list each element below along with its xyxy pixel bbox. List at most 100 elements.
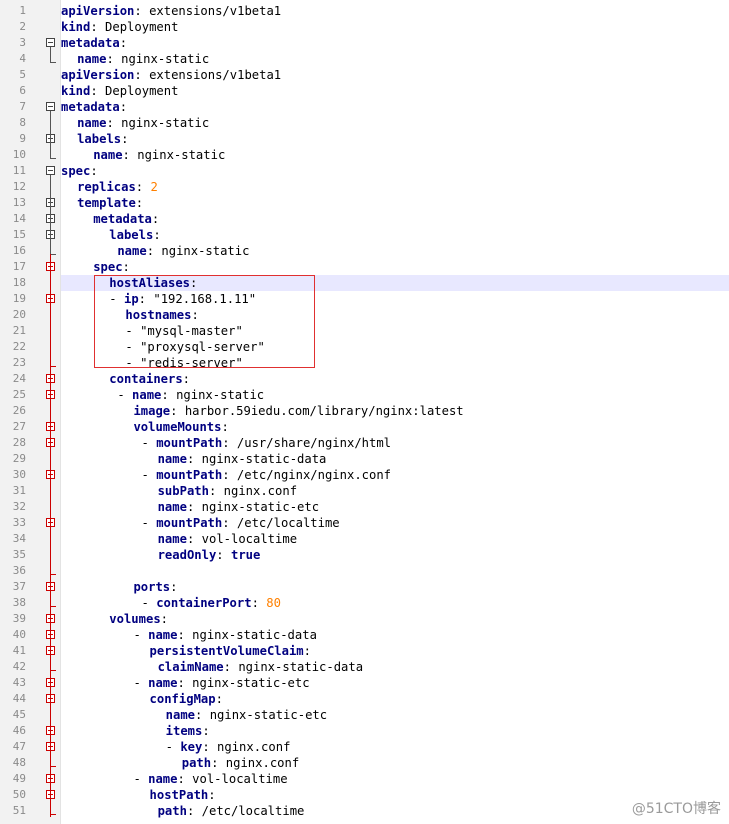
token-sep: : [122, 148, 138, 162]
hostaliases-highlight-box [94, 275, 315, 368]
token-key: path [181, 756, 212, 770]
line-number: 6 [19, 84, 26, 97]
line-background [61, 227, 729, 243]
code-line[interactable]: 37 ports: [0, 579, 729, 595]
code-line[interactable]: 33 - mountPath: /etc/localtime [0, 515, 729, 531]
line-number: 9 [19, 132, 26, 145]
token-key: mountPath [156, 436, 223, 450]
fold-tree-line [50, 254, 51, 817]
code-line[interactable]: 27 volumeMounts: [0, 419, 729, 435]
code-line[interactable]: 25 - name: nginx-static [0, 387, 729, 403]
line-number: 37 [12, 580, 26, 593]
code-line[interactable]: 49 - name: vol-localtime [0, 771, 729, 787]
line-number: 49 [12, 772, 26, 785]
code-line[interactable]: 4 name: nginx-static [0, 51, 729, 67]
line-number: 27 [12, 420, 26, 433]
code-line[interactable]: 46 items: [0, 723, 729, 739]
code-line[interactable]: 17 spec: [0, 259, 729, 275]
token-sep: : [170, 404, 185, 418]
token-key: metadata [93, 212, 152, 226]
token-key: volumeMounts [133, 420, 222, 434]
fold-tree-tick [50, 766, 56, 767]
code-line[interactable]: 1 apiVersion: extensions/v1beta1 [0, 3, 729, 19]
code-line[interactable]: 14 metadata: [0, 211, 729, 227]
code-line[interactable]: 24 containers: [0, 371, 729, 387]
token-sep: : [251, 596, 267, 610]
code-line[interactable]: 43 - name: nginx-static-etc [0, 675, 729, 691]
code-line[interactable]: 7 metadata: [0, 99, 729, 115]
token-key: claimName [157, 660, 224, 674]
code-line[interactable]: 48 path: nginx.conf [0, 755, 729, 771]
code-line[interactable]: 16 name: nginx-static [0, 243, 729, 259]
line-background [61, 99, 729, 115]
code-text: apiVersion: extensions/v1beta1 [61, 67, 281, 83]
token-sep: : [135, 180, 151, 194]
line-number: 35 [12, 548, 26, 561]
code-text: name: nginx-static-etc [158, 499, 319, 515]
code-line[interactable]: 47 - key: nginx.conf [0, 739, 729, 755]
code-line[interactable]: 34 name: vol-localtime [0, 531, 729, 547]
token-val: nginx-static-etc [192, 676, 310, 690]
code-text: - name: nginx-static-etc [133, 675, 309, 691]
line-background [61, 259, 729, 275]
code-line[interactable]: 51 path: /etc/localtime [0, 803, 729, 819]
token-key: apiVersion [61, 68, 135, 82]
token-key: labels [77, 132, 122, 146]
code-line[interactable]: 42 claimName: nginx-static-data [0, 659, 729, 675]
code-line[interactable]: 45 name: nginx-static-etc [0, 707, 729, 723]
code-line[interactable]: 50 hostPath: [0, 787, 729, 803]
code-line[interactable]: 28 - mountPath: /usr/share/nginx/html [0, 435, 729, 451]
code-line[interactable]: 9 labels: [0, 131, 729, 147]
token-dash: - [141, 468, 157, 482]
code-line[interactable]: 35 readOnly: true [0, 547, 729, 563]
code-line[interactable]: 5 apiVersion: extensions/v1beta1 [0, 67, 729, 83]
code-text: containers: [109, 371, 190, 387]
token-sep: : [177, 772, 193, 786]
token-sep: : [186, 532, 202, 546]
fold-toggle-icon[interactable] [46, 38, 55, 47]
line-number: 50 [12, 788, 26, 801]
code-line[interactable]: 29 name: nginx-static-data [0, 451, 729, 467]
token-sep: : [303, 644, 311, 658]
code-line[interactable]: 15 labels: [0, 227, 729, 243]
token-key: kind [61, 20, 91, 34]
code-line[interactable]: 41 persistentVolumeClaim: [0, 643, 729, 659]
token-key: metadata [61, 100, 120, 114]
code-text: claimName: nginx-static-data [158, 659, 363, 675]
token-boolv: true [230, 548, 261, 562]
code-line[interactable]: 31 subPath: nginx.conf [0, 483, 729, 499]
code-line[interactable]: 10 name: nginx-static [0, 147, 729, 163]
code-line[interactable]: 44 configMap: [0, 691, 729, 707]
code-line[interactable]: 40 - name: nginx-static-data [0, 627, 729, 643]
line-number: 45 [12, 708, 26, 721]
code-line[interactable]: 8 name: nginx-static [0, 115, 729, 131]
code-line[interactable]: 13 template: [0, 195, 729, 211]
code-editor[interactable]: 1 apiVersion: extensions/v1beta1 2 kind: De… [0, 0, 729, 824]
code-line[interactable]: 2 kind: Deployment [0, 19, 729, 35]
code-line[interactable]: 3 metadata: [0, 35, 729, 51]
token-key: name [148, 628, 178, 642]
token-val: nginx.conf [223, 484, 298, 498]
line-number: 34 [12, 532, 26, 545]
code-line[interactable]: 38 - containerPort: 80 [0, 595, 729, 611]
line-number: 12 [12, 180, 26, 193]
code-line[interactable]: 12 replicas: 2 [0, 179, 729, 195]
code-text: image: harbor.59iedu.com/library/nginx:l… [133, 403, 463, 419]
line-number: 30 [12, 468, 26, 481]
line-number: 39 [12, 612, 26, 625]
code-line[interactable]: 39 volumes: [0, 611, 729, 627]
code-text: metadata: [93, 211, 159, 227]
fold-toggle-icon[interactable] [46, 166, 55, 175]
token-key: configMap [149, 692, 216, 706]
token-sep: : [160, 612, 169, 626]
token-dash: - [133, 772, 149, 786]
code-line[interactable]: 6 kind: Deployment [0, 83, 729, 99]
code-line[interactable]: 32 name: nginx-static-etc [0, 499, 729, 515]
code-line[interactable]: 36 [0, 563, 729, 579]
code-line[interactable]: 26 image: harbor.59iedu.com/library/nginx… [0, 403, 729, 419]
token-sep: : [90, 84, 106, 98]
token-dash: - [165, 740, 181, 754]
fold-toggle-icon[interactable] [46, 102, 55, 111]
code-line[interactable]: 11 spec: [0, 163, 729, 179]
code-line[interactable]: 30 - mountPath: /etc/nginx/nginx.conf [0, 467, 729, 483]
